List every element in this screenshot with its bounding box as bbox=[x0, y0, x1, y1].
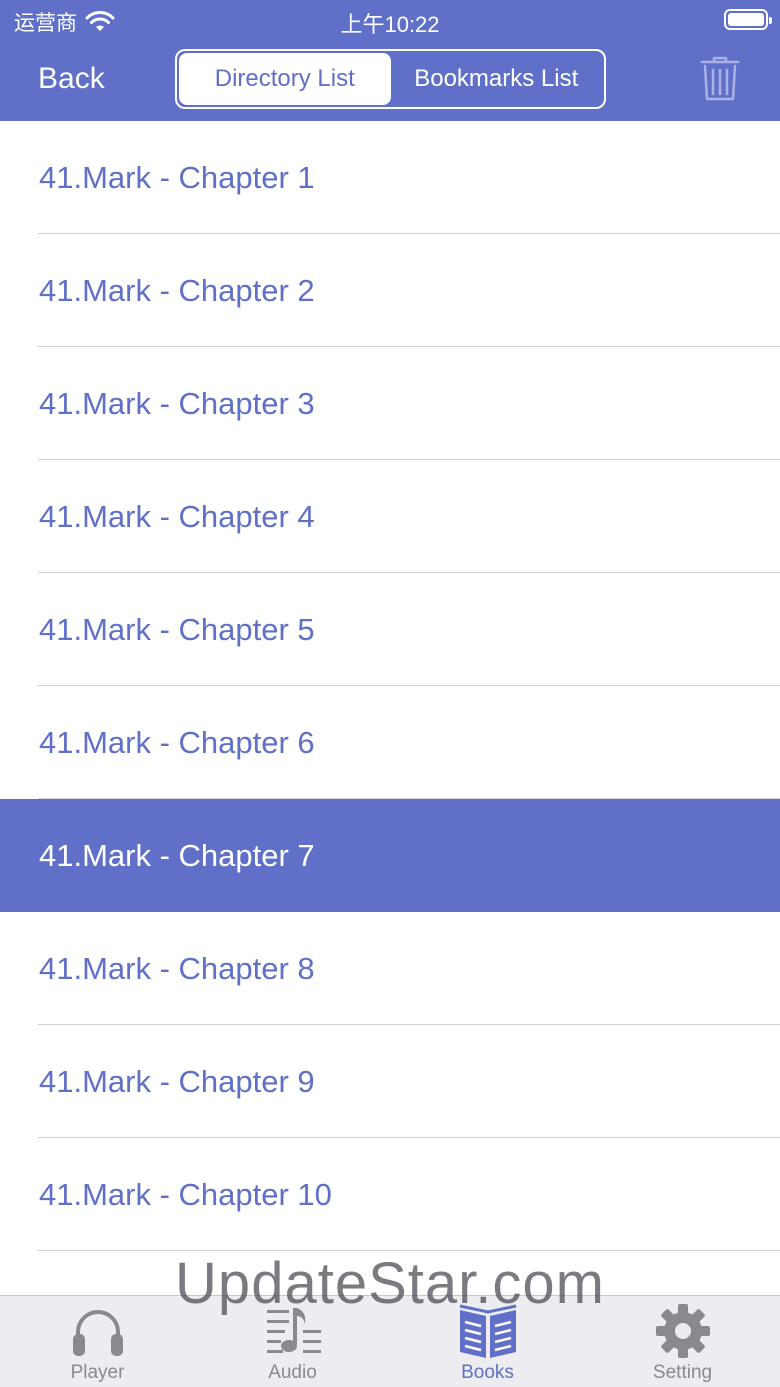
music-list-icon bbox=[266, 1308, 321, 1353]
chapter-row-6[interactable]: 41.Mark - Chapter 6 bbox=[0, 686, 780, 799]
gear-icon bbox=[655, 1304, 710, 1358]
tab-player[interactable]: Player bbox=[0, 1296, 195, 1387]
back-button[interactable]: Back bbox=[38, 62, 105, 96]
chapter-list: 41.Mark - Chapter 1 41.Mark - Chapter 2 … bbox=[0, 121, 780, 1295]
tab-player-label: Player bbox=[70, 1362, 125, 1383]
chapter-row-3[interactable]: 41.Mark - Chapter 3 bbox=[0, 347, 780, 460]
tab-setting[interactable]: Setting bbox=[585, 1296, 780, 1387]
tab-audio[interactable]: Audio bbox=[195, 1296, 390, 1387]
headphones-icon bbox=[72, 1310, 123, 1356]
tab-bar: Player Audio Books Setting bbox=[0, 1295, 780, 1387]
chapter-row-10[interactable]: 41.Mark - Chapter 10 bbox=[0, 1138, 780, 1251]
list-type-segmented-control: Directory List Bookmarks List bbox=[175, 49, 606, 109]
chapter-row-5[interactable]: 41.Mark - Chapter 5 bbox=[0, 573, 780, 686]
tab-bookmarks-list[interactable]: Bookmarks List bbox=[391, 53, 603, 105]
battery-icon bbox=[724, 9, 772, 30]
chapter-row-11[interactable]: 41.Mark - Chapter 11 bbox=[0, 1251, 780, 1296]
status-bar: 运营商 上午10:22 bbox=[0, 0, 780, 40]
tab-books[interactable]: Books bbox=[390, 1296, 585, 1387]
tab-directory-list[interactable]: Directory List bbox=[179, 53, 391, 105]
chapter-row-1[interactable]: 41.Mark - Chapter 1 bbox=[0, 121, 780, 234]
chapter-row-9[interactable]: 41.Mark - Chapter 9 bbox=[0, 1025, 780, 1138]
trash-icon[interactable] bbox=[700, 56, 740, 102]
navigation-header: 运营商 上午10:22 Back Directory List Bookmark… bbox=[0, 0, 780, 121]
chapter-row-7[interactable]: 41.Mark - Chapter 7 bbox=[0, 799, 780, 912]
tab-books-label: Books bbox=[461, 1362, 514, 1383]
book-icon bbox=[459, 1304, 516, 1358]
chapter-row-8[interactable]: 41.Mark - Chapter 8 bbox=[0, 912, 780, 1025]
tab-setting-label: Setting bbox=[652, 1362, 713, 1383]
chapter-row-2[interactable]: 41.Mark - Chapter 2 bbox=[0, 234, 780, 347]
tab-audio-label: Audio bbox=[268, 1362, 317, 1383]
status-time: 上午10:22 bbox=[340, 12, 440, 37]
chapter-row-4[interactable]: 41.Mark - Chapter 4 bbox=[0, 460, 780, 573]
